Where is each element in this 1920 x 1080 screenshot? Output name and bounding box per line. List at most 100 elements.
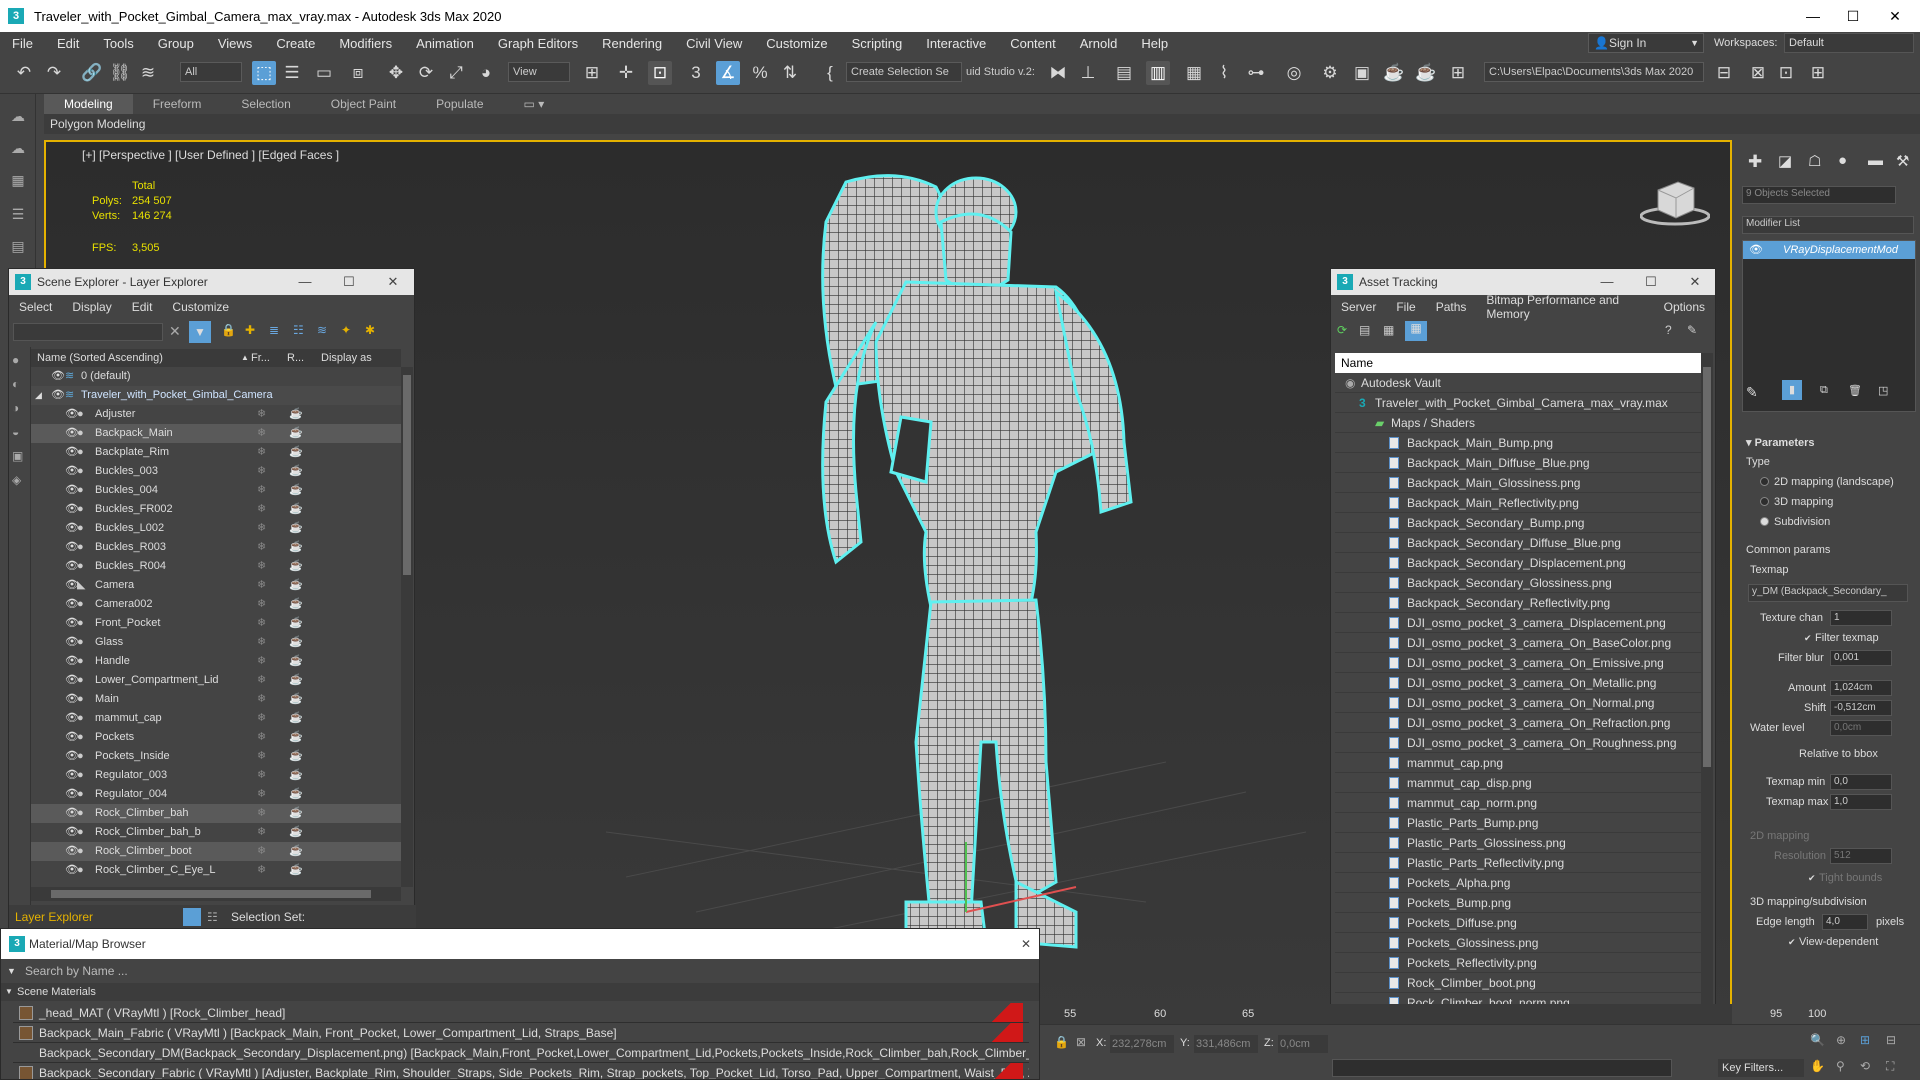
remove-modifier-icon[interactable]: 🗑 [1848,384,1862,397]
make-unique-icon[interactable]: ⧉ [1820,384,1828,397]
menu-group[interactable]: Group [146,36,206,51]
create-selection-set-dropdown[interactable]: Create Selection Se [846,62,962,82]
display-lights-icon[interactable]: ◒ [12,425,19,439]
layer-explorer-icon[interactable]: ▥ [1146,61,1170,85]
schematic-view-icon[interactable]: ⊶ [1244,61,1268,85]
maximize-button[interactable]: ☐ [1830,0,1876,32]
render-icon[interactable]: ☕ [289,481,303,500]
refresh-icon[interactable]: ⟳ [1337,323,1347,337]
mirror-icon[interactable]: ⧓ [1046,61,1070,85]
move-icon[interactable]: ✥ [384,61,408,85]
toggle-ribbon-icon[interactable]: ▦ [1182,61,1206,85]
orbit-icon[interactable]: ⟲ [1860,1059,1870,1073]
tree-row-object[interactable]: 👁 ● Camera002 ❄ ☕ [31,595,401,614]
render-icon[interactable]: ☕ [289,804,303,823]
close-button[interactable]: ✕ [1021,929,1031,959]
render-icon[interactable]: ☕ [289,405,303,424]
minimize-button[interactable]: — [285,269,325,295]
modifier-list-dropdown[interactable]: Modifier List [1742,216,1914,234]
asset-file-row[interactable]: Backpack_Secondary_Glossiness.png [1335,573,1701,593]
asset-file-row[interactable]: Backpack_Main_Glossiness.png [1335,473,1701,493]
tree-row-object[interactable]: 👁 ● Buckles_004 ❄ ☕ [31,481,401,500]
asset-file-row[interactable]: DJI_osmo_pocket_3_camera_Displacement.pn… [1335,613,1701,633]
tree-row-object[interactable]: 👁 ● Rock_Climber_C_Eye_L ❄ ☕ [31,861,401,880]
motion-tab-icon[interactable]: ● [1838,152,1847,169]
scene-explorer-titlebar[interactable]: 3 Scene Explorer - Layer Explorer — ☐ ✕ [9,269,414,295]
asset-tracking-titlebar[interactable]: 3 Asset Tracking — ☐ ✕ [1331,269,1715,295]
asset-file-row[interactable]: Backpack_Secondary_Displacement.png [1335,553,1701,573]
keyboard-shortcut-icon[interactable]: ⊡ [648,61,672,85]
freeze-icon[interactable]: ❄ [257,842,266,861]
asset-file-row[interactable]: Plastic_Parts_Bump.png [1335,813,1701,833]
freeze-icon[interactable]: ❄ [257,424,266,443]
tight-bounds-checkbox[interactable]: ✔ Tight bounds [1808,872,1882,884]
menu-civil-view[interactable]: Civil View [674,36,754,51]
render-icon[interactable]: ☕ [289,557,303,576]
asset-file-row[interactable]: Pockets_Reflectivity.png [1335,953,1701,973]
zoom-all-icon[interactable]: ⊕ [1836,1033,1846,1047]
modifier-stack-item[interactable]: 👁 VRayDisplacementMod [1743,241,1915,259]
asset-file-row[interactable]: DJI_osmo_pocket_3_camera_On_BaseColor.pn… [1335,633,1701,653]
menu-modifiers[interactable]: Modifiers [327,36,404,51]
display-none-icon[interactable]: ● [12,353,19,367]
render-icon[interactable]: ☕ [289,500,303,519]
render-icon[interactable]: ☕ [289,595,303,614]
asset-file-row[interactable]: DJI_osmo_pocket_3_camera_On_Refraction.p… [1335,713,1701,733]
explorer-mode-dropdown[interactable]: Layer Explorer [15,905,165,929]
texture-chan-input[interactable]: 1 [1830,610,1892,626]
tree-row-object[interactable]: 👁 ● Rock_Climber_bah ❄ ☕ [31,804,401,823]
lock-selection-icon[interactable]: 🔒 [1054,1035,1069,1049]
unlink-icon[interactable]: ⛓ [108,61,132,85]
material-browser-titlebar[interactable]: 3 Material/Map Browser ✕ [1,929,1039,959]
asset-file-row[interactable]: DJI_osmo_pocket_3_camera_On_Emissive.png [1335,653,1701,673]
window-crossing-icon[interactable]: ⧈ [346,61,370,85]
tab-modeling[interactable]: Modeling [44,94,133,114]
timeline-ruler[interactable]: 55 60 65 95 [1050,1004,1782,1024]
render-icon[interactable]: ☕ [289,576,303,595]
asset-file-row[interactable]: Backpack_Main_Bump.png [1335,433,1701,453]
pivot-icon[interactable]: ⊞ [580,61,604,85]
tree-row-object[interactable]: 👁 ● Regulator_004 ❄ ☕ [31,785,401,804]
column-display-as[interactable]: Display as [321,349,372,367]
menu-graph-editors[interactable]: Graph Editors [486,36,590,51]
viewport-label[interactable]: [+] [Perspective ] [User Defined ] [Edge… [82,148,339,162]
asset-file-row[interactable]: mammut_cap_norm.png [1335,793,1701,813]
menu-views[interactable]: Views [206,36,264,51]
tab-freeform[interactable]: Freeform [133,94,222,114]
asset-file-row[interactable]: mammut_cap_disp.png [1335,773,1701,793]
eye-icon[interactable]: 👁 [1749,241,1763,259]
select-by-name-icon[interactable]: ☰ [280,61,304,85]
tree-row-object[interactable]: 👁 ● Rock_Climber_boot ❄ ☕ [31,842,401,861]
align-icon[interactable]: ⊥ [1076,61,1100,85]
polygon-modeling-label[interactable]: Polygon Modeling [50,117,145,131]
freeze-icon[interactable]: ❄ [257,709,266,728]
asset-file-row[interactable]: DJI_osmo_pocket_3_camera_On_Metallic.png [1335,673,1701,693]
ribbon-options-icon[interactable]: ▭ ▾ [504,94,565,114]
scene-explorer-icon[interactable]: ▤ [1112,61,1136,85]
tree-row-object[interactable]: 👁 ● Glass ❄ ☕ [31,633,401,652]
freeze-icon[interactable]: ❄ [257,785,266,804]
menu-edit[interactable]: Edit [122,300,163,314]
layer-hierarchy-icon[interactable]: ☷ [293,323,304,337]
display-shapes-icon[interactable]: ◑ [12,401,19,415]
freeze-icon[interactable]: ❄ [257,576,266,595]
asset-file-row[interactable]: Plastic_Parts_Glossiness.png [1335,833,1701,853]
material-row[interactable]: Backpack_Main_Fabric ( VRayMtl ) [Backpa… [13,1023,1029,1043]
modify-tab-icon[interactable]: ◪ [1778,152,1792,170]
container-icon[interactable]: ▦ [8,170,28,190]
walk-through-icon[interactable]: ⚲ [1836,1059,1845,1073]
list-view-icon[interactable]: ▤ [1359,323,1370,337]
render-icon[interactable]: ☕ [289,424,303,443]
bind-spacewarp-icon[interactable]: ≋ [136,61,160,85]
workspace-select[interactable]: Default [1784,33,1914,53]
x-coord-input[interactable]: 232,278cm [1110,1035,1174,1053]
menu-bitmap-performance[interactable]: Bitmap Performance and Memory [1476,293,1653,321]
pan-icon[interactable]: ✋ [1810,1059,1825,1073]
render-icon[interactable]: ☕ [289,614,303,633]
material-search-input[interactable]: Search by Name ... [23,962,1033,980]
render-icon[interactable]: ☕ [289,633,303,652]
shift-input[interactable]: -0,512cm [1830,700,1892,716]
render-icon[interactable]: ☕ [289,766,303,785]
asset-scrollbar[interactable] [1701,353,1713,1027]
asset-row-maps-folder[interactable]: ▰ Maps / Shaders [1335,413,1701,433]
